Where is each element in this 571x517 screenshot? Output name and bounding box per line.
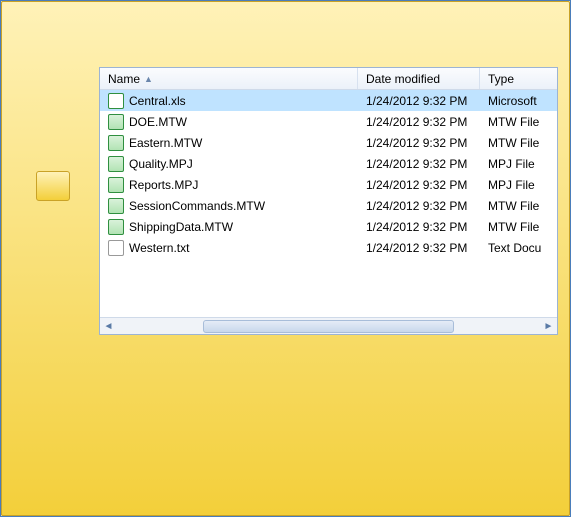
file-icon (108, 240, 124, 256)
scroll-left-icon[interactable]: ◄ (100, 318, 117, 334)
file-row[interactable]: Western.txt1/24/2012 9:32 PMText Docu (100, 237, 557, 258)
col-name[interactable]: Name▲ (100, 68, 358, 89)
new-folder-icon[interactable] (421, 41, 439, 59)
scroll-thumb[interactable] (203, 320, 454, 333)
file-icon (108, 156, 124, 172)
file-row[interactable]: ShippingData.MTW1/24/2012 9:32 PMMTW Fil… (100, 216, 557, 237)
file-icon (108, 177, 124, 193)
file-row[interactable]: Reports.MPJ1/24/2012 9:32 PMMPJ File (100, 174, 557, 195)
scroll-right-icon[interactable]: ► (540, 318, 557, 334)
file-row[interactable]: SessionCommands.MTW1/24/2012 9:32 PMMTW … (100, 195, 557, 216)
file-icon (108, 114, 124, 130)
file-row[interactable]: Eastern.MTW1/24/2012 9:32 PMMTW File (100, 132, 557, 153)
column-headers: Name▲ Date modified Type (100, 68, 557, 90)
file-list-pane: Name▲ Date modified Type Central.xls1/24… (99, 67, 558, 335)
file-row[interactable]: DOE.MTW1/24/2012 9:32 PMMTW File (100, 111, 557, 132)
open-worksheet-dialog: Open Worksheet ✕ Look in: Meet Minitab ⇐… (0, 0, 571, 517)
file-icon (108, 219, 124, 235)
col-type[interactable]: Type (480, 68, 557, 89)
sort-asc-icon: ▲ (144, 74, 153, 84)
file-icon (108, 135, 124, 151)
file-rows[interactable]: Central.xls1/24/2012 9:32 PMMicrosoftDOE… (100, 90, 557, 317)
col-date[interactable]: Date modified (358, 68, 480, 89)
file-icon (108, 93, 124, 109)
file-row[interactable]: Quality.MPJ1/24/2012 9:32 PMMPJ File (100, 153, 557, 174)
file-row[interactable]: Central.xls1/24/2012 9:32 PMMicrosoft (100, 90, 557, 111)
nav-toolbar: ⇐ ▦▾ (373, 41, 463, 59)
horizontal-scrollbar[interactable]: ◄ ► (100, 317, 557, 334)
file-icon (108, 198, 124, 214)
